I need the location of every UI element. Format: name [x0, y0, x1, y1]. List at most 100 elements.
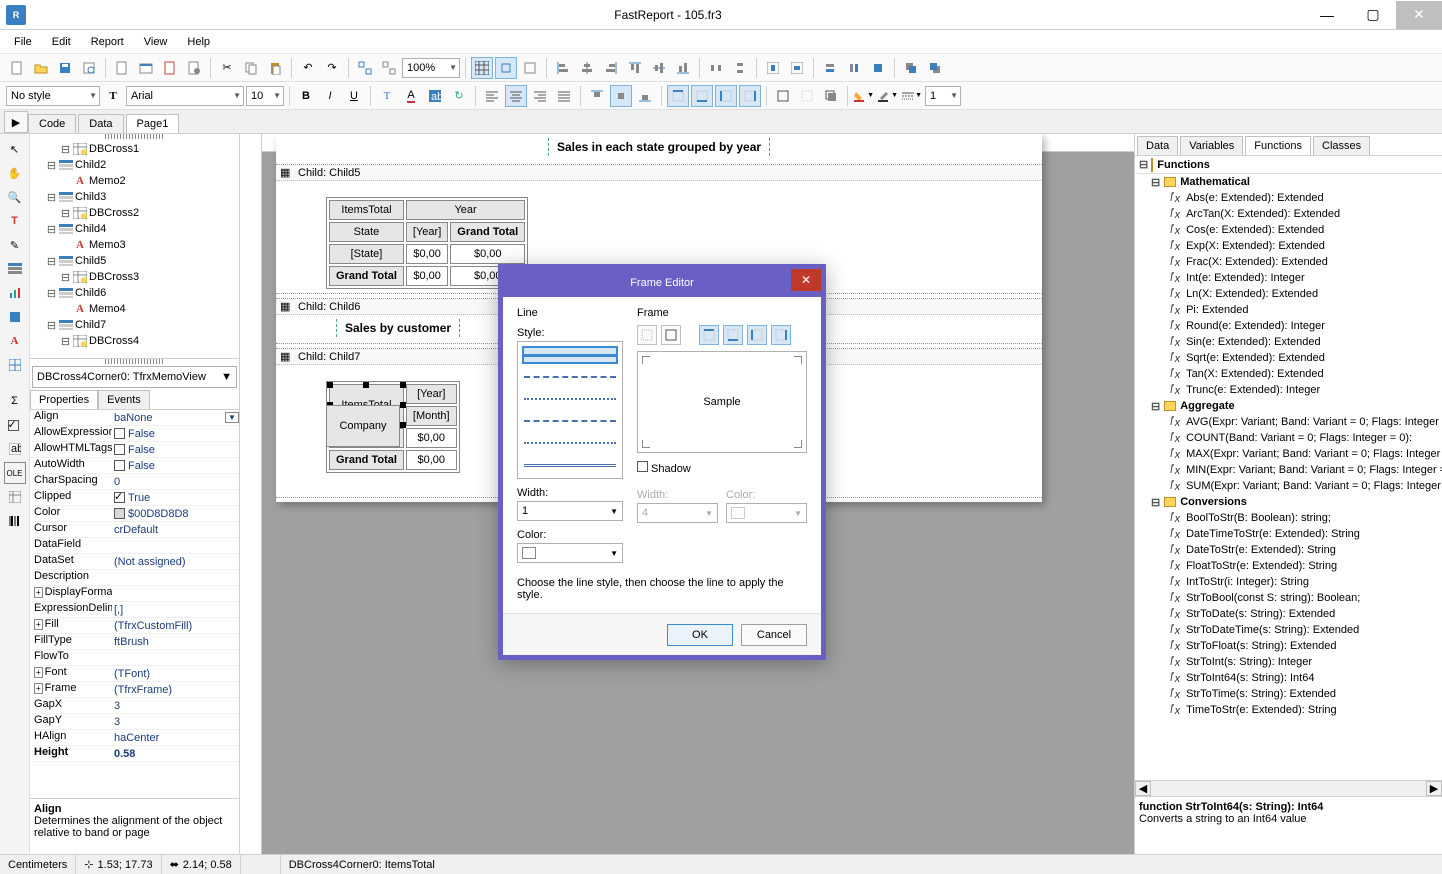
- delete-page-button[interactable]: [159, 57, 181, 79]
- font-color-button[interactable]: A: [400, 85, 422, 107]
- ungroup-button[interactable]: [378, 57, 400, 79]
- function-item[interactable]: ƒxAVG(Expr: Variant; Band: Variant = 0; …: [1135, 414, 1442, 430]
- bring-front-button[interactable]: [900, 57, 922, 79]
- center-h-button[interactable]: [762, 57, 784, 79]
- tree-item[interactable]: ⊟Child3: [32, 189, 237, 205]
- tab-page1[interactable]: Page1: [126, 114, 180, 133]
- align-center-h-button[interactable]: [576, 57, 598, 79]
- tree-item[interactable]: ⊟Child2: [32, 157, 237, 173]
- line-color-button[interactable]: ▼: [877, 85, 899, 107]
- frame-bottom-button[interactable]: [691, 85, 713, 107]
- dialog-title-bar[interactable]: Frame Editor ✕: [503, 269, 821, 297]
- frame-b-btn[interactable]: [723, 325, 743, 345]
- property-row[interactable]: AlignbaNone▼: [30, 410, 239, 426]
- highlight-button[interactable]: ab: [424, 85, 446, 107]
- property-row[interactable]: DataField: [30, 538, 239, 554]
- open-button[interactable]: [30, 57, 52, 79]
- tree-item[interactable]: AMemo2: [32, 173, 237, 189]
- object-combo[interactable]: DBCross4Corner0: TfrxMemoView▼: [32, 366, 237, 388]
- property-row[interactable]: CursorcrDefault: [30, 522, 239, 538]
- menu-report[interactable]: Report: [83, 34, 132, 50]
- chart-tool[interactable]: [4, 282, 26, 304]
- property-row[interactable]: AutoWidthFalse: [30, 458, 239, 474]
- frame-none-btn[interactable]: [637, 325, 657, 345]
- function-item[interactable]: ƒxMAX(Expr: Variant; Band: Variant = 0; …: [1135, 446, 1442, 462]
- space-v-button[interactable]: [729, 57, 751, 79]
- function-item[interactable]: ƒxStrToBool(const S: string): Boolean;: [1135, 590, 1442, 606]
- format-tool[interactable]: ✎: [4, 234, 26, 256]
- tree-item[interactable]: ⊟Child5: [32, 253, 237, 269]
- send-back-button[interactable]: [924, 57, 946, 79]
- property-row[interactable]: AllowHTMLTagsFalse: [30, 442, 239, 458]
- function-item[interactable]: ƒxMIN(Expr: Variant; Band: Variant = 0; …: [1135, 462, 1442, 478]
- function-item[interactable]: ƒxSqrt(e: Extended): Extended: [1135, 350, 1442, 366]
- function-item[interactable]: ƒxSin(e: Extended): Extended: [1135, 334, 1442, 350]
- menu-view[interactable]: View: [136, 34, 176, 50]
- prop-grabber[interactable]: [105, 359, 165, 364]
- size-combo[interactable]: 10▼: [246, 86, 284, 106]
- line-style-list[interactable]: [517, 341, 623, 479]
- style-dashdotdot[interactable]: [522, 434, 618, 452]
- save-button[interactable]: [54, 57, 76, 79]
- property-row[interactable]: GapY3: [30, 714, 239, 730]
- function-item[interactable]: ƒxAbs(e: Extended): Extended: [1135, 190, 1442, 206]
- same-height-button[interactable]: [843, 57, 865, 79]
- new-page-button[interactable]: [111, 57, 133, 79]
- valign-middle-button[interactable]: [610, 85, 632, 107]
- band-tool[interactable]: [4, 258, 26, 280]
- report-tree[interactable]: ⊟DBCross1⊟Child2AMemo2⊟Child3⊟DBCross2⊟C…: [30, 139, 239, 359]
- space-h-button[interactable]: [705, 57, 727, 79]
- style-dashdot[interactable]: [522, 412, 618, 430]
- align-middle-button[interactable]: [648, 57, 670, 79]
- frame-r-btn[interactable]: [771, 325, 791, 345]
- tree-item[interactable]: ⊟Child7: [32, 317, 237, 333]
- align-top-button[interactable]: [624, 57, 646, 79]
- property-row[interactable]: GapX3: [30, 698, 239, 714]
- frame-none-button[interactable]: [796, 85, 818, 107]
- new-button[interactable]: [6, 57, 28, 79]
- tab-data-right[interactable]: Data: [1137, 136, 1178, 155]
- frame-right-button[interactable]: [739, 85, 761, 107]
- tab-functions[interactable]: Functions: [1245, 136, 1311, 155]
- frame-shadow-button[interactable]: [820, 85, 842, 107]
- line-style-button[interactable]: ▼: [901, 85, 923, 107]
- minimize-button[interactable]: —: [1304, 1, 1350, 29]
- redo-button[interactable]: ↷: [321, 57, 343, 79]
- frame-t-btn[interactable]: [699, 325, 719, 345]
- function-item[interactable]: ƒxRound(e: Extended): Integer: [1135, 318, 1442, 334]
- maximize-button[interactable]: ▢: [1350, 1, 1396, 29]
- cross-tool[interactable]: [4, 486, 26, 508]
- zoom-tool[interactable]: 🔍: [4, 186, 26, 208]
- function-item[interactable]: ƒxFrac(X: Extended): Extended: [1135, 254, 1442, 270]
- ok-button[interactable]: OK: [667, 624, 733, 646]
- richtext-tool[interactable]: ab: [4, 438, 26, 460]
- cut-button[interactable]: ✂: [216, 57, 238, 79]
- text-tool[interactable]: T: [4, 210, 26, 232]
- company-header[interactable]: Company: [326, 405, 400, 447]
- function-item[interactable]: ƒxCOUNT(Band: Variant = 0; Flags: Intege…: [1135, 430, 1442, 446]
- frame-all-btn[interactable]: [661, 325, 681, 345]
- center-v-button[interactable]: [786, 57, 808, 79]
- dialog-close-button[interactable]: ✕: [791, 269, 821, 291]
- function-item[interactable]: ƒxCos(e: Extended): Extended: [1135, 222, 1442, 238]
- function-item[interactable]: ƒxBoolToStr(B: Boolean): string;: [1135, 510, 1442, 526]
- preview-button[interactable]: [78, 57, 100, 79]
- select-tool-button[interactable]: ▶: [4, 111, 28, 133]
- font-settings-button[interactable]: T: [376, 85, 398, 107]
- underline-button[interactable]: U: [343, 85, 365, 107]
- line-width-combo[interactable]: 1▼: [925, 86, 961, 106]
- cancel-button[interactable]: Cancel: [741, 624, 807, 646]
- new-dialog-button[interactable]: [135, 57, 157, 79]
- function-item[interactable]: ƒxInt(e: Extended): Integer: [1135, 270, 1442, 286]
- title-memo-2[interactable]: Sales by customer: [336, 319, 460, 337]
- sum-tool[interactable]: Σ: [4, 390, 26, 412]
- same-width-button[interactable]: [819, 57, 841, 79]
- memo-tool[interactable]: A: [4, 330, 26, 352]
- tree-item[interactable]: ⊟Child4: [32, 221, 237, 237]
- function-item[interactable]: ƒxStrToDate(s: String): Extended: [1135, 606, 1442, 622]
- bold-button[interactable]: B: [295, 85, 317, 107]
- menu-help[interactable]: Help: [179, 34, 218, 50]
- function-item[interactable]: ƒxExp(X: Extended): Extended: [1135, 238, 1442, 254]
- tab-classes[interactable]: Classes: [1313, 136, 1370, 155]
- menu-edit[interactable]: Edit: [44, 34, 79, 50]
